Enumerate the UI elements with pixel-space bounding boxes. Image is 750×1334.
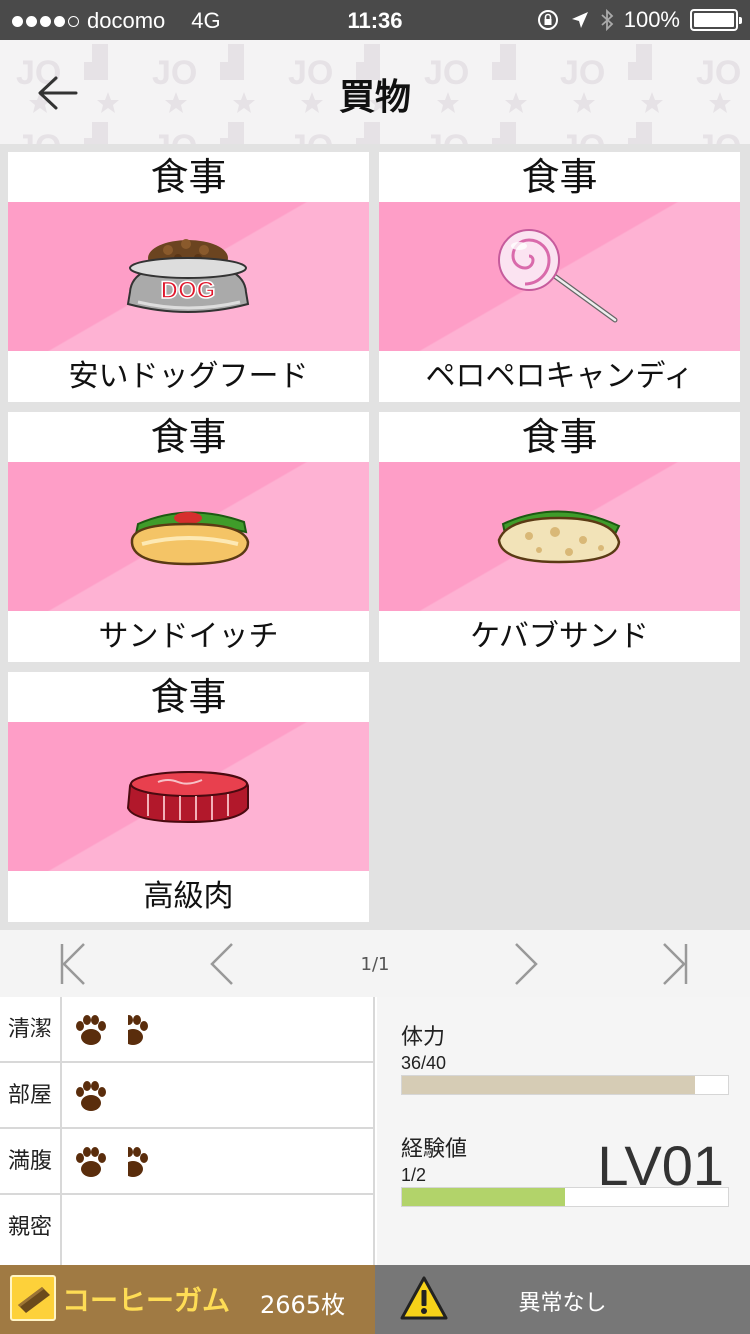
pagination-bar: 1/1 (0, 930, 750, 998)
paw-icon (76, 1015, 106, 1045)
signal-strength-icon (12, 15, 79, 27)
shop-item-card[interactable]: 食事 ケバブサンド (379, 412, 740, 662)
currency-amount: 2665枚 (260, 1291, 346, 1319)
need-row: 満腹 (0, 1129, 375, 1195)
currency-name: コーヒーガム (62, 1284, 231, 1317)
exp-bar-fill (402, 1188, 565, 1206)
item-category: 食事 (521, 415, 598, 459)
sandwich-icon (130, 511, 250, 566)
item-image: DOG (8, 202, 369, 351)
last-page-button[interactable] (654, 942, 694, 986)
stamina-value: 36/40 (401, 1053, 447, 1073)
condition-panel[interactable]: 異常なし (375, 1265, 750, 1334)
bluetooth-icon (601, 8, 614, 32)
meat-icon (126, 770, 249, 824)
level-display: LV01 (597, 1134, 724, 1197)
item-image (379, 202, 740, 351)
shop-item-card[interactable]: 食事 サンドイッチ (8, 412, 369, 662)
level-panel: 体力 36/40 経験値 1/2 LV01 (377, 997, 750, 1265)
chevron-right-icon (515, 943, 538, 985)
item-name: サンドイッチ (98, 619, 279, 654)
kebab-icon (497, 510, 621, 564)
item-image (8, 722, 369, 871)
bottom-bar: コーヒーガム 2665枚 異常なし (0, 1265, 750, 1334)
carrier-name: docomo (87, 8, 166, 33)
bowl-label: DOG (161, 277, 216, 304)
item-name: 高級肉 (143, 879, 234, 914)
paw-icon (76, 1147, 106, 1177)
paw-icon (118, 1015, 148, 1045)
needs-table: 清潔 部屋 満腹 親密 (0, 997, 375, 1265)
need-row: 部屋 (0, 1063, 375, 1129)
network-type: 4G (191, 8, 221, 33)
page-title: 買物 (338, 77, 411, 118)
item-name: 安いドッグフード (68, 359, 309, 394)
header-bar: JO JO 買物 (0, 40, 750, 144)
item-name: ケバブサンド (470, 619, 649, 654)
item-image (379, 462, 740, 611)
need-row: 親密 (0, 1195, 375, 1265)
battery-icon (690, 9, 742, 31)
pet-status-panel: 清潔 部屋 満腹 親密 体力 36/40 経験値 1/2 LV01 (0, 997, 750, 1265)
last-page-icon (663, 943, 688, 985)
need-paws (74, 1079, 128, 1113)
shop-item-card[interactable]: 食事 ペロペロキャンディ (379, 152, 740, 402)
item-category: 食事 (521, 155, 598, 199)
item-category: 食事 (150, 155, 227, 199)
need-label: 満腹 (0, 1129, 62, 1195)
need-paws (74, 1013, 170, 1047)
battery-percent: 100% (623, 7, 680, 32)
shop-item-card[interactable]: 食事 高級肉 (8, 672, 369, 922)
item-category: 食事 (150, 415, 227, 459)
stamina-bar (401, 1075, 729, 1095)
need-paws (74, 1145, 170, 1179)
need-label: 清潔 (0, 997, 62, 1063)
stamina-bar-fill (402, 1076, 696, 1094)
location-arrow-icon (571, 12, 588, 28)
orientation-lock-icon (537, 10, 558, 30)
condition-text: 異常なし (518, 1291, 607, 1316)
item-name: ペロペロキャンディ (425, 359, 694, 394)
need-label: 親密 (0, 1195, 62, 1265)
shop-item-card[interactable]: 食事 DOG 安いドッグフード (8, 152, 369, 402)
exp-label: 経験値 (401, 1137, 468, 1162)
item-image (8, 462, 369, 611)
coffee-gum-icon (10, 1275, 56, 1321)
need-label: 部屋 (0, 1063, 62, 1129)
currency-panel[interactable]: コーヒーガム 2665枚 (0, 1265, 375, 1334)
exp-value: 1/2 (401, 1165, 427, 1185)
item-category: 食事 (150, 675, 227, 719)
need-row: 清潔 (0, 997, 375, 1063)
page-indicator: 1/1 (360, 954, 390, 975)
paw-icon (118, 1147, 148, 1177)
status-bar: docomo 4G 11:36 100% (0, 0, 750, 40)
stamina-label: 体力 (401, 1025, 446, 1050)
lollipop-icon (498, 229, 618, 323)
paw-icon (76, 1081, 106, 1111)
dog-food-bowl-icon: DOG (126, 239, 250, 313)
next-page-button[interactable] (506, 942, 546, 986)
